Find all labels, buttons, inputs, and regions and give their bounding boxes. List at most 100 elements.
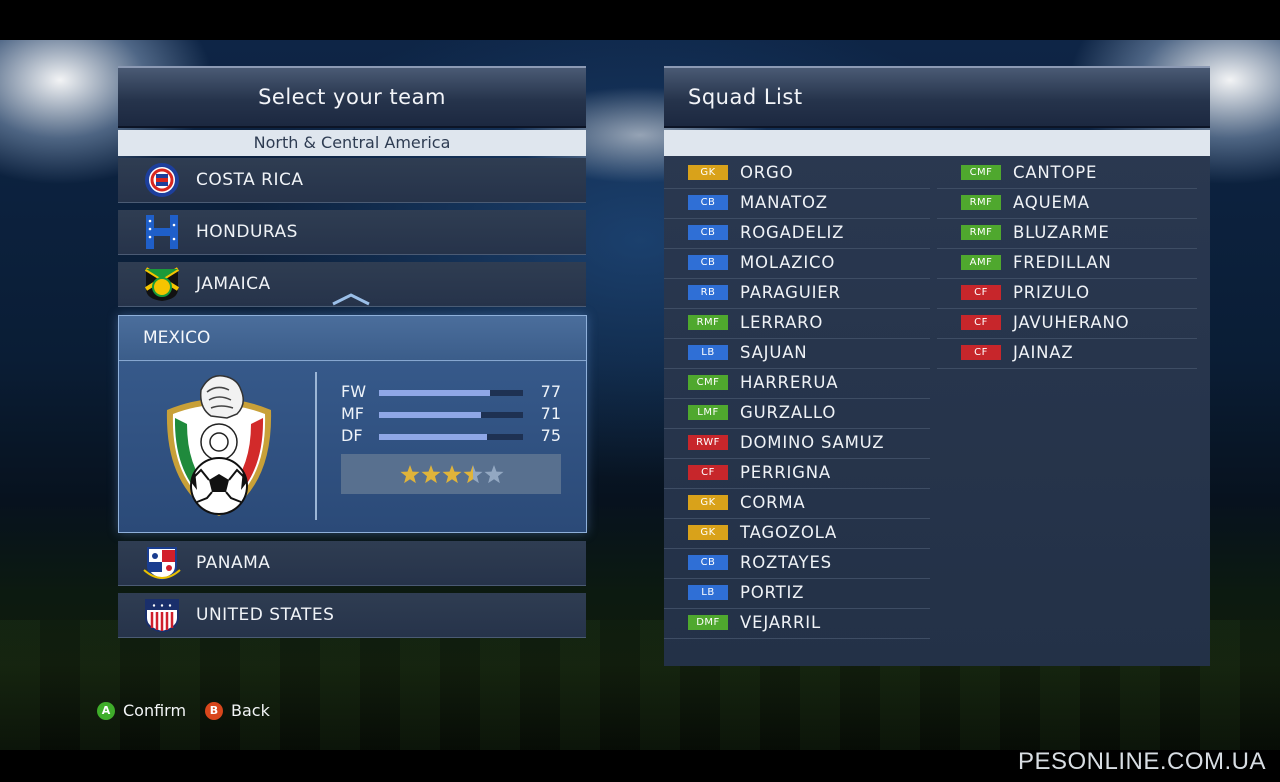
position-badge: LB [688, 585, 728, 600]
player-row[interactable]: GK ORGO [664, 158, 930, 189]
selected-team-card[interactable]: MEXICO FW 77 MF 71 DF 75 [118, 315, 587, 533]
position-badge: RB [688, 285, 728, 300]
star-icon [484, 465, 504, 484]
star-icon [463, 465, 483, 484]
position-badge: CB [688, 195, 728, 210]
mexico-crest-icon [166, 375, 272, 516]
player-name: CANTOPE [1013, 163, 1098, 182]
position-badge: GK [688, 525, 728, 540]
select-team-title: Select your team [258, 85, 446, 109]
position-badge: RWF [688, 435, 728, 450]
player-row[interactable]: RB PARAGUIER [664, 278, 930, 309]
player-row[interactable]: LMF GURZALLO [664, 398, 930, 429]
position-badge: CB [688, 255, 728, 270]
player-name: AQUEMA [1013, 193, 1090, 212]
b-button-icon: B [205, 702, 223, 720]
player-name: JAVUHERANO [1013, 313, 1130, 332]
team-name: JAMAICA [196, 274, 271, 294]
stat-label: MF [341, 404, 365, 423]
stat-bar-fill [379, 412, 482, 418]
player-row[interactable]: CB ROGADELIZ [664, 218, 930, 249]
player-name: CORMA [740, 493, 806, 512]
confirm-label: Confirm [123, 701, 187, 720]
player-row[interactable]: CF PRIZULO [937, 278, 1197, 309]
region-selector[interactable]: North & Central America [118, 130, 586, 156]
player-row[interactable]: CF PERRIGNA [664, 458, 930, 489]
team-name: UNITED STATES [196, 605, 335, 625]
position-badge: CMF [961, 165, 1001, 180]
squad-list-header: Squad List [664, 66, 1210, 126]
player-row[interactable]: CB MANATOZ [664, 188, 930, 219]
position-badge: CMF [688, 375, 728, 390]
player-row[interactable]: LB SAJUAN [664, 338, 930, 369]
position-badge: RMF [961, 195, 1001, 210]
back-label: Back [231, 701, 270, 720]
star-icon [442, 465, 462, 484]
player-name: MOLAZICO [740, 253, 836, 272]
team-row-honduras[interactable]: HONDURAS [118, 210, 586, 255]
team-name: HONDURAS [196, 222, 298, 242]
player-row[interactable]: DMF VEJARRIL [664, 608, 930, 639]
position-badge: RMF [688, 315, 728, 330]
costa-rica-crest-icon [145, 163, 179, 197]
player-name: PARAGUIER [740, 283, 841, 302]
selected-team-details: FW 77 MF 71 DF 75 [119, 362, 586, 532]
team-row-united-states[interactable]: UNITED STATES [118, 593, 586, 638]
player-row[interactable]: CF JAVUHERANO [937, 308, 1197, 339]
player-row[interactable]: CF JAINAZ [937, 338, 1197, 369]
panama-crest-icon [143, 547, 181, 580]
player-row[interactable]: AMF FREDILLAN [937, 248, 1197, 279]
team-row-costa-rica[interactable]: COSTA RICA [118, 158, 586, 203]
player-row[interactable]: CB ROZTAYES [664, 548, 930, 579]
stat-bar-track [379, 434, 523, 440]
player-row[interactable]: LB PORTIZ [664, 578, 930, 609]
star-icon [400, 465, 420, 484]
position-badge: CF [688, 465, 728, 480]
player-name: PORTIZ [740, 583, 805, 602]
stat-bar-fill [379, 390, 490, 396]
star-rating [341, 454, 561, 494]
player-row[interactable]: CMF CANTOPE [937, 158, 1197, 189]
player-name: ROGADELIZ [740, 223, 845, 242]
jamaica-crest-icon [144, 267, 180, 301]
stat-bar-track [379, 412, 523, 418]
position-badge: DMF [688, 615, 728, 630]
player-name: GURZALLO [740, 403, 837, 422]
player-name: HARRERUA [740, 373, 839, 392]
usa-crest-icon [145, 599, 179, 632]
player-name: JAINAZ [1013, 343, 1074, 362]
stat-label: FW [341, 382, 367, 401]
position-badge: CB [688, 225, 728, 240]
a-button-icon: A [97, 702, 115, 720]
scroll-up-icon[interactable] [331, 292, 371, 306]
player-row[interactable]: CMF HARRERUA [664, 368, 930, 399]
details-divider [315, 372, 317, 520]
player-row[interactable]: RMF LERRARO [664, 308, 930, 339]
player-name: TAGOZOLA [740, 523, 838, 542]
squad-list-title: Squad List [688, 85, 803, 109]
select-team-header: Select your team [118, 66, 586, 126]
player-name: BLUZARME [1013, 223, 1110, 242]
squad-list-strip [664, 130, 1210, 156]
position-badge: LB [688, 345, 728, 360]
team-name: COSTA RICA [196, 170, 304, 190]
watermark: PESONLINE.COM.UA [1017, 748, 1266, 775]
player-name: SAJUAN [740, 343, 808, 362]
star-icon [421, 465, 441, 484]
player-row[interactable]: GK TAGOZOLA [664, 518, 930, 549]
team-row-panama[interactable]: PANAMA [118, 541, 586, 586]
stat-bar-fill [379, 434, 487, 440]
position-badge: CB [688, 555, 728, 570]
player-row[interactable]: RMF BLUZARME [937, 218, 1197, 249]
position-badge: CF [961, 315, 1001, 330]
player-name: PERRIGNA [740, 463, 831, 482]
player-row[interactable]: RMF AQUEMA [937, 188, 1197, 219]
player-row[interactable]: CB MOLAZICO [664, 248, 930, 279]
stat-value: 75 [540, 426, 561, 445]
honduras-crest-icon [146, 215, 178, 249]
player-name: ORGO [740, 163, 794, 182]
player-name: LERRARO [740, 313, 824, 332]
selected-team-name: MEXICO [143, 328, 211, 348]
player-row[interactable]: RWF DOMINO SAMUZ [664, 428, 930, 459]
player-row[interactable]: GK CORMA [664, 488, 930, 519]
